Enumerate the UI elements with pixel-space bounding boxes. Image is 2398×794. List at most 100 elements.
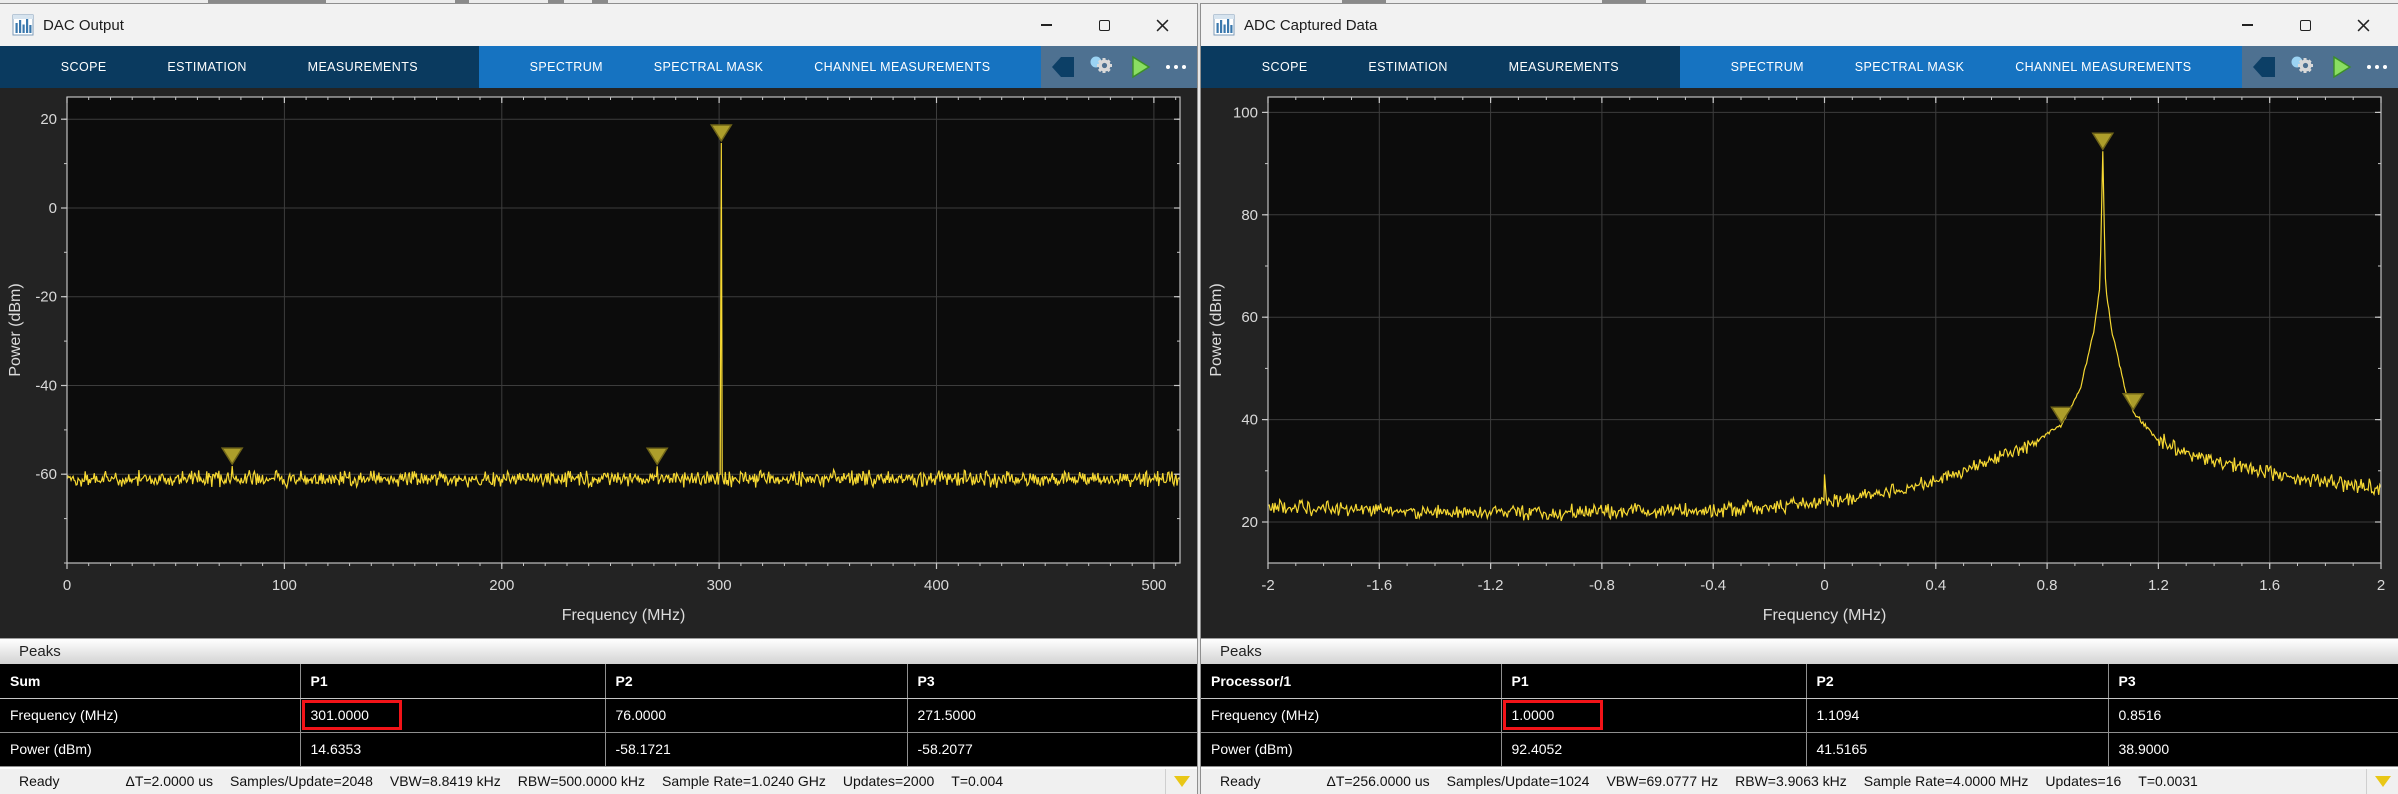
tab-spectral-mask[interactable]: SPECTRAL MASK <box>654 60 764 74</box>
peaks-header-row: Processor/1 P1 P2 P3 <box>1201 664 2398 698</box>
tab-channel-measurements[interactable]: CHANNEL MEASUREMENTS <box>2015 60 2191 74</box>
peaks-frequency-row: Frequency (MHz) 1.0000 1.1094 0.8516 <box>1201 698 2398 732</box>
toolstrip-group-scope: SCOPE ESTIMATION MEASUREMENTS <box>1201 46 1680 88</box>
x-tick-label: -0.8 <box>1589 577 1615 594</box>
x-tick-label: 100 <box>272 577 297 594</box>
row-label: Frequency (MHz) <box>0 698 300 732</box>
p2-frequency-cell: 1.1094 <box>1806 698 2108 732</box>
tab-estimation[interactable]: ESTIMATION <box>1368 60 1447 74</box>
status-corner <box>2366 769 2391 794</box>
peaks-panel: Peaks Sum P1 P2 P3 Frequency (MHz) 301.0… <box>0 638 1197 767</box>
status-samples-per-update: Samples/Update=2048 <box>230 773 373 789</box>
y-tick-label: 40 <box>1241 412 1258 429</box>
spectrum-analyzer-app-icon <box>1213 14 1235 36</box>
x-tick-label: 1.6 <box>2259 577 2280 594</box>
x-tick-label: -1.6 <box>1366 577 1392 594</box>
p2-power-cell: -58.1721 <box>605 732 907 766</box>
peaks-power-row: Power (dBm) 92.4052 41.5165 38.9000 <box>1201 732 2398 766</box>
window-title: DAC Output <box>43 17 124 34</box>
tab-spectrum[interactable]: SPECTRUM <box>530 60 603 74</box>
background-window-fragment <box>1602 0 1646 3</box>
status-updates: Updates=16 <box>2045 773 2121 789</box>
p2-frequency-cell: 76.0000 <box>605 698 907 732</box>
close-icon <box>1156 19 1169 32</box>
peaks-col-p1: P1 <box>1501 664 1806 698</box>
run-play-icon[interactable] <box>1129 55 1151 79</box>
x-tick-label: 400 <box>924 577 949 594</box>
x-tick-label: 1.2 <box>2148 577 2169 594</box>
y-tick-label: -60 <box>35 466 57 483</box>
y-tick-label: 0 <box>49 200 57 217</box>
tab-scope[interactable]: SCOPE <box>61 60 107 74</box>
peaks-header-row: Sum P1 P2 P3 <box>0 664 1197 698</box>
settings-gear-icon[interactable] <box>1089 52 1116 83</box>
x-tick-label: -1.2 <box>1478 577 1504 594</box>
x-axis-label: Frequency (MHz) <box>562 607 686 624</box>
more-options-icon[interactable] <box>1164 62 1188 72</box>
peaks-frequency-row: Frequency (MHz) 301.0000 76.0000 271.500… <box>0 698 1197 732</box>
status-delta-t: ΔT=256.0000 us <box>1326 773 1429 789</box>
status-time: T=0.0031 <box>2138 773 2198 789</box>
tab-estimation[interactable]: ESTIMATION <box>167 60 246 74</box>
x-tick-label: 300 <box>707 577 732 594</box>
minimize-icon <box>1041 24 1052 26</box>
peaks-table: Processor/1 P1 P2 P3 Frequency (MHz) 1.0… <box>1201 664 2398 767</box>
peaks-table: Sum P1 P2 P3 Frequency (MHz) 301.0000 76… <box>0 664 1197 767</box>
y-axis-label: Power (dBm) <box>1208 283 1225 376</box>
status-vbw: VBW=69.0777 Hz <box>1606 773 1718 789</box>
p1-power-cell: 92.4052 <box>1501 732 1806 766</box>
run-play-icon[interactable] <box>2330 55 2352 79</box>
p1-frequency-cell: 301.0000 <box>300 698 605 732</box>
peaks-power-row: Power (dBm) 14.6353 -58.1721 -58.2077 <box>0 732 1197 766</box>
titlebar[interactable]: DAC Output <box>0 4 1197 46</box>
titlebar[interactable]: ADC Captured Data <box>1201 4 2398 46</box>
maximize-button[interactable] <box>1075 7 1133 43</box>
status-delta-t: ΔT=2.0000 us <box>125 773 213 789</box>
window-dac-output: DAC Output SCOPE ESTIMATION MEASUREMENTS… <box>0 4 1197 793</box>
tab-measurements[interactable]: MEASUREMENTS <box>1509 60 1619 74</box>
row-label: Power (dBm) <box>0 732 300 766</box>
tab-measurements[interactable]: MEASUREMENTS <box>308 60 418 74</box>
toolstrip-group-spectrum: SPECTRUM SPECTRAL MASK CHANNEL MEASUREME… <box>479 46 1042 88</box>
status-samples-per-update: Samples/Update=1024 <box>1447 773 1590 789</box>
tab-scope[interactable]: SCOPE <box>1262 60 1308 74</box>
y-tick-label: 20 <box>40 111 57 128</box>
peaks-panel-title: Peaks <box>0 638 1197 664</box>
status-rbw: RBW=500.0000 kHz <box>518 773 645 789</box>
x-tick-label: 2 <box>2377 577 2385 594</box>
status-sample-rate: Sample Rate=4.0000 MHz <box>1864 773 2029 789</box>
y-tick-label: -40 <box>35 378 57 395</box>
close-icon <box>2357 19 2370 32</box>
peaks-col-p2: P2 <box>605 664 907 698</box>
maximize-button[interactable] <box>2276 7 2334 43</box>
collapse-chevron-icon[interactable] <box>2251 55 2277 79</box>
x-tick-label: 200 <box>489 577 514 594</box>
close-button[interactable] <box>2334 7 2392 43</box>
collapse-chevron-icon[interactable] <box>1050 55 1076 79</box>
status-state: Ready <box>1220 773 1260 789</box>
toolbar-icon-panel <box>2242 46 2398 88</box>
plot-background <box>67 97 1180 563</box>
background-window-fragment <box>548 0 564 3</box>
status-corner <box>1165 769 1190 794</box>
more-options-icon[interactable] <box>2365 62 2389 72</box>
status-bar: Ready ΔT=256.0000 us Samples/Update=1024… <box>1201 767 2398 794</box>
peaks-col-p2: P2 <box>1806 664 2108 698</box>
settings-gear-icon[interactable] <box>2290 52 2317 83</box>
tab-channel-measurements[interactable]: CHANNEL MEASUREMENTS <box>814 60 990 74</box>
spectrum-plot-adc[interactable]: -2-1.6-1.2-0.8-0.400.40.81.21.6220406080… <box>1201 88 2398 638</box>
minimize-button[interactable] <box>2218 7 2276 43</box>
status-vbw: VBW=8.8419 kHz <box>390 773 501 789</box>
tab-spectral-mask[interactable]: SPECTRAL MASK <box>1855 60 1965 74</box>
peaks-col-source: Sum <box>0 664 300 698</box>
toolstrip-group-spectrum: SPECTRUM SPECTRAL MASK CHANNEL MEASUREME… <box>1680 46 2243 88</box>
x-tick-label: 500 <box>1141 577 1166 594</box>
spectrum-plot-dac[interactable]: 0100200300400500200-20-40-60Frequency (M… <box>0 88 1197 638</box>
close-button[interactable] <box>1133 7 1191 43</box>
window-adc-captured-data: ADC Captured Data SCOPE ESTIMATION MEASU… <box>1201 4 2398 793</box>
p3-power-cell: 38.9000 <box>2108 732 2398 766</box>
status-rbw: RBW=3.9063 kHz <box>1735 773 1847 789</box>
y-tick-label: 60 <box>1241 309 1258 326</box>
tab-spectrum[interactable]: SPECTRUM <box>1731 60 1804 74</box>
minimize-button[interactable] <box>1017 7 1075 43</box>
